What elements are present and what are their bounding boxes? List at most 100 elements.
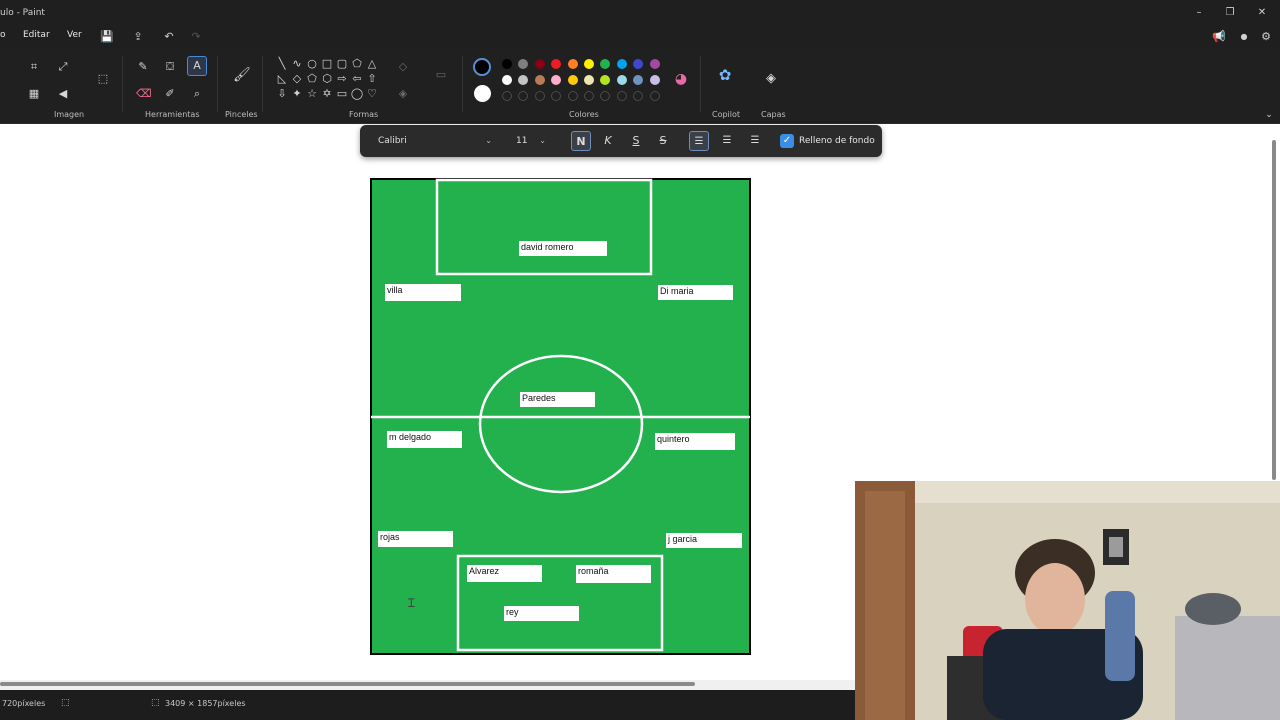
player-label[interactable]: Di maria [658, 285, 733, 300]
settings-gear-icon[interactable]: ⚙ [1257, 28, 1275, 46]
palette-color-swatch[interactable] [551, 75, 562, 85]
palette-color-swatch[interactable] [518, 75, 529, 85]
bold-button[interactable]: N [571, 131, 591, 151]
hexagon-shape-icon[interactable]: ⬡ [320, 72, 334, 86]
arrow-left-shape-icon[interactable]: ⇦ [350, 72, 364, 86]
redo-icon[interactable]: ↷ [187, 28, 205, 46]
rectangle-shape-icon[interactable]: □ [320, 57, 334, 71]
select-icon[interactable]: ⬚ [96, 72, 110, 86]
resize-icon[interactable]: ⤢ [56, 60, 70, 74]
save-icon[interactable]: 💾 [98, 28, 116, 46]
callout-oval-shape-icon[interactable]: ◯ [350, 87, 364, 101]
six-point-star-shape-icon[interactable]: ✡ [320, 87, 334, 101]
share-icon[interactable]: ⇪ [129, 28, 147, 46]
italic-button[interactable]: K [598, 131, 618, 151]
palette-color-swatch[interactable] [551, 59, 562, 69]
custom-color-slot[interactable] [534, 91, 545, 101]
vertical-scrollbar[interactable] [1272, 140, 1276, 480]
palette-color-swatch[interactable] [633, 59, 644, 69]
callout-rect-shape-icon[interactable]: ▭ [335, 87, 349, 101]
align-left-icon[interactable]: ☰ [689, 131, 709, 151]
copilot-icon[interactable]: ✿ [718, 68, 732, 83]
curve-shape-icon[interactable]: ∿ [290, 57, 304, 71]
four-point-star-shape-icon[interactable]: ✦ [290, 87, 304, 101]
menu-ver[interactable]: Ver [67, 30, 82, 40]
palette-color-swatch[interactable] [616, 59, 627, 69]
outline-icon[interactable]: ◇ [396, 60, 410, 74]
magnifier-icon[interactable]: ⌕ [190, 87, 204, 101]
diamond-shape-icon[interactable]: ◇ [290, 72, 304, 86]
undo-icon[interactable]: ↶ [160, 28, 178, 46]
primary-color-swatch[interactable] [473, 58, 491, 76]
horizontal-scrollbar[interactable] [0, 682, 695, 686]
palette-color-swatch[interactable] [567, 59, 578, 69]
palette-color-swatch[interactable] [616, 75, 627, 85]
rotate-icon[interactable]: ◀ [56, 87, 70, 101]
custom-color-slot[interactable] [584, 91, 594, 101]
player-label[interactable]: m delgado [387, 431, 462, 448]
polygon-shape-icon[interactable]: ⬠ [350, 57, 364, 71]
rounded-rect-shape-icon[interactable]: ▢ [335, 57, 349, 71]
custom-color-slot[interactable] [600, 91, 611, 101]
triangle-shape-icon[interactable]: △ [365, 57, 379, 71]
oval-shape-icon[interactable]: ○ [305, 57, 319, 71]
player-label[interactable]: rey [504, 606, 579, 621]
palette-color-swatch[interactable] [633, 75, 644, 85]
font-size-select[interactable]: 11 ⌄ [508, 131, 552, 151]
align-right-icon[interactable]: ☰ [745, 131, 765, 151]
align-center-icon[interactable]: ☰ [717, 131, 737, 151]
menu-file-partial[interactable]: o [0, 30, 6, 40]
background-fill-checkbox[interactable]: ✓ [780, 134, 794, 148]
layers-icon[interactable]: ◈ [764, 72, 778, 86]
custom-color-slot[interactable] [616, 91, 627, 101]
account-icon[interactable]: ● [1235, 28, 1253, 46]
palette-color-swatch[interactable] [600, 59, 611, 69]
text-tool-icon[interactable]: A [187, 56, 207, 76]
secondary-color-swatch[interactable] [474, 85, 491, 102]
custom-color-slot[interactable] [518, 91, 529, 101]
custom-color-slot[interactable] [633, 91, 644, 101]
crop-icon[interactable]: ⌗ [27, 60, 41, 74]
player-label[interactable]: rojas [378, 531, 453, 547]
shape-fill-style-icon[interactable]: ◈ [396, 87, 410, 101]
font-family-select[interactable]: Calibri ⌄ [370, 131, 498, 151]
palette-color-swatch[interactable] [649, 59, 660, 69]
palette-color-swatch[interactable] [534, 59, 545, 69]
fill-bucket-icon[interactable]: ⛋ [163, 60, 177, 74]
player-label[interactable]: Paredes [520, 392, 595, 407]
arrow-up-shape-icon[interactable]: ⇧ [365, 72, 379, 86]
player-label[interactable]: Alvarez [467, 565, 542, 582]
shape-fill-icon[interactable]: ▭ [434, 68, 448, 82]
right-triangle-shape-icon[interactable]: ◺ [275, 72, 289, 86]
palette-color-swatch[interactable] [600, 75, 611, 85]
custom-color-slot[interactable] [567, 91, 578, 101]
minimize-icon[interactable]: – [1191, 6, 1207, 20]
custom-color-slot[interactable] [649, 91, 660, 101]
palette-color-swatch[interactable] [567, 75, 578, 85]
pentagon-shape-icon[interactable]: ⬠ [305, 72, 319, 86]
arrow-right-shape-icon[interactable]: ⇨ [335, 72, 349, 86]
close-icon[interactable]: ✕ [1254, 6, 1270, 20]
ribbon-collapse-chevron-icon[interactable]: ⌄ [1262, 108, 1276, 122]
underline-button[interactable]: S [626, 131, 646, 151]
custom-color-slot[interactable] [502, 91, 512, 101]
palette-color-swatch[interactable] [534, 75, 545, 85]
player-label[interactable]: romaña [576, 565, 651, 583]
palette-color-swatch[interactable] [502, 59, 512, 69]
image-select-icon[interactable]: ▦ [27, 87, 41, 101]
palette-color-swatch[interactable] [518, 59, 529, 69]
arrow-down-shape-icon[interactable]: ⇩ [275, 87, 289, 101]
strikethrough-button[interactable]: S [653, 131, 673, 151]
edit-colors-icon[interactable]: ◕ [674, 72, 688, 86]
player-label[interactable]: villa [385, 284, 461, 301]
custom-color-slot[interactable] [551, 91, 562, 101]
palette-color-swatch[interactable] [584, 59, 594, 69]
player-label[interactable]: j garcia [666, 533, 742, 548]
palette-color-swatch[interactable] [584, 75, 594, 85]
pencil-icon[interactable]: ✎ [136, 60, 150, 74]
maximize-icon[interactable]: ❐ [1222, 6, 1238, 20]
color-picker-icon[interactable]: ✐ [163, 87, 177, 101]
player-label[interactable]: quintero [655, 433, 735, 450]
palette-color-swatch[interactable] [649, 75, 660, 85]
player-label[interactable]: david romero [519, 241, 607, 256]
